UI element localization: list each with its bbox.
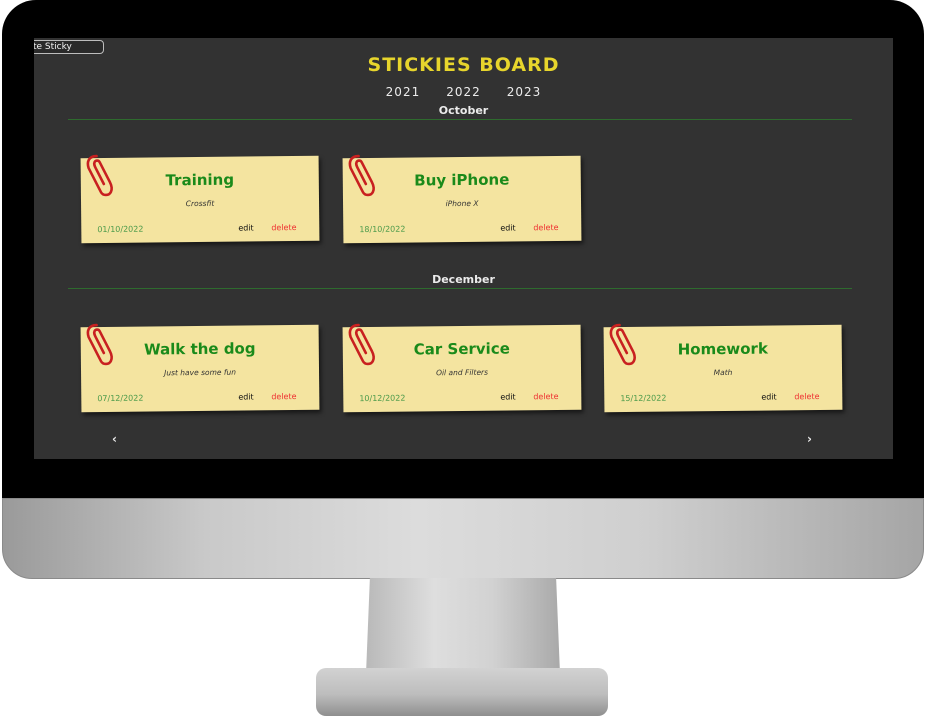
delete-link[interactable]: delete <box>794 392 819 401</box>
note-description: Oil and Filters <box>435 367 489 378</box>
month-divider <box>68 288 852 289</box>
delete-link[interactable]: delete <box>271 392 296 401</box>
monitor-stand-neck <box>366 578 560 674</box>
year-tab-2023[interactable]: 2023 <box>507 85 542 99</box>
note-description: iPhone X <box>445 198 479 209</box>
note-title: Walk the dog <box>143 339 256 359</box>
next-page-button[interactable]: › <box>807 432 812 446</box>
year-tabs: 2021 2022 2023 <box>34 85 893 99</box>
month-heading: December <box>432 273 495 286</box>
create-sticky-button[interactable]: te Sticky <box>34 40 104 54</box>
delete-link[interactable]: delete <box>533 392 558 401</box>
prev-page-button[interactable]: ‹ <box>112 432 117 446</box>
edit-link[interactable]: edit <box>238 223 253 232</box>
note-title: Buy iPhone <box>414 170 510 190</box>
note-date: 15/12/2022 <box>620 393 667 404</box>
edit-link[interactable]: edit <box>238 392 253 401</box>
monitor-stand-base <box>316 668 608 716</box>
note-title: Car Service <box>413 339 510 359</box>
sticky-note: Car Service Oil and Filters 10/12/2022 e… <box>342 323 582 413</box>
delete-link[interactable]: delete <box>271 223 296 232</box>
year-tab-2022[interactable]: 2022 <box>446 85 481 99</box>
sticky-note: Homework Math 15/12/2022 edit delete <box>603 323 843 413</box>
delete-link[interactable]: delete <box>533 223 558 232</box>
sticky-note: Buy iPhone iPhone X 18/10/2022 edit dele… <box>342 154 582 244</box>
sticky-note: Training Crossfit 01/10/2022 edit delete <box>80 154 320 244</box>
note-description: Math <box>713 367 733 378</box>
app-screen: te Sticky STICKIES BOARD 2021 2022 2023 … <box>34 38 893 459</box>
monitor-mockup: te Sticky STICKIES BOARD 2021 2022 2023 … <box>0 0 926 720</box>
note-description: Just have some fun <box>164 367 237 378</box>
note-date: 01/10/2022 <box>97 224 144 235</box>
month-heading: October <box>438 104 489 117</box>
note-title: Training <box>165 170 235 190</box>
note-description: Crossfit <box>185 198 215 209</box>
edit-link[interactable]: edit <box>500 392 515 401</box>
note-date: 07/12/2022 <box>97 393 144 404</box>
page-title: STICKIES BOARD <box>367 54 560 76</box>
sticky-note: Walk the dog Just have some fun 07/12/20… <box>80 323 320 413</box>
monitor-chin <box>2 498 924 579</box>
note-date: 10/12/2022 <box>359 393 406 404</box>
note-date: 18/10/2022 <box>359 224 406 235</box>
edit-link[interactable]: edit <box>761 392 776 401</box>
month-divider <box>68 119 852 120</box>
year-tab-2021[interactable]: 2021 <box>386 85 421 99</box>
note-title: Homework <box>677 339 768 359</box>
edit-link[interactable]: edit <box>500 223 515 232</box>
